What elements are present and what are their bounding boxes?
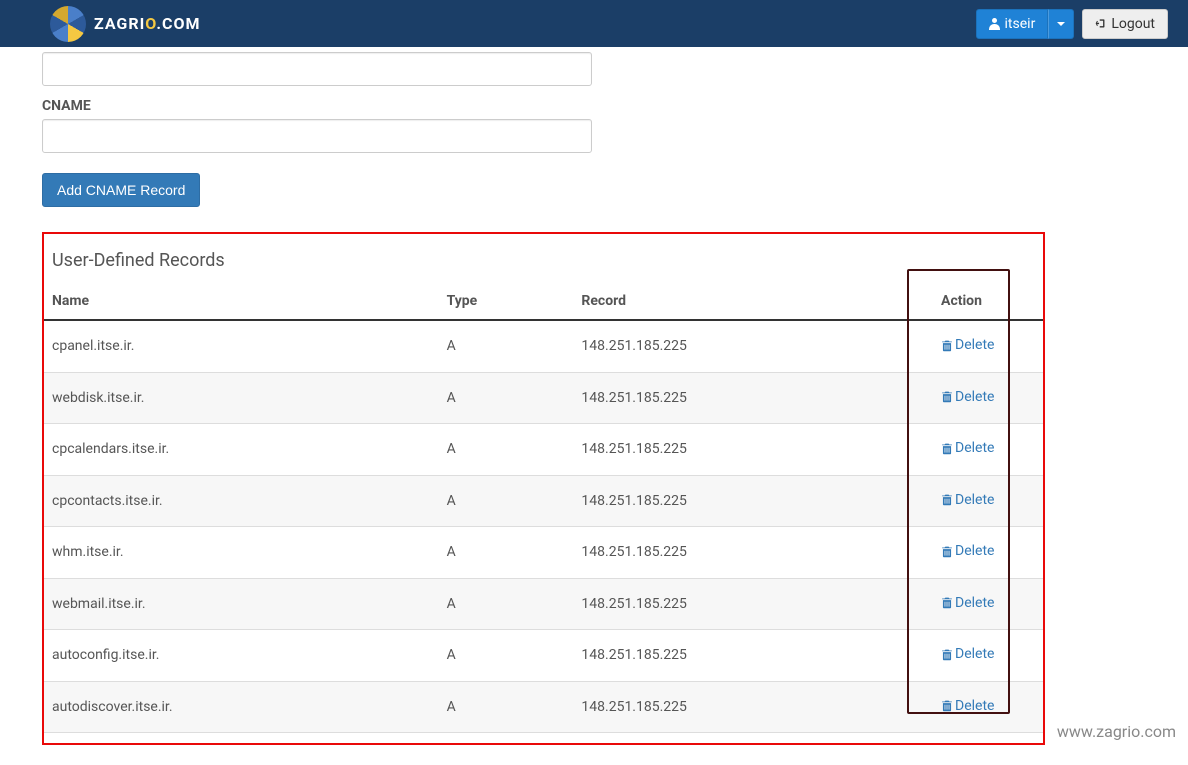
user-label: itseir [1005, 16, 1036, 32]
header-type: Type [439, 283, 574, 320]
trash-icon [941, 390, 953, 403]
trash-icon [941, 545, 953, 558]
table-row: cpanel.itse.ir.A148.251.185.225 Delete [44, 320, 1043, 372]
cell-type: A [439, 527, 574, 579]
brand-suffix: .COM [156, 14, 200, 33]
header-name: Name [44, 283, 439, 320]
cell-type: A [439, 578, 574, 630]
delete-label: Delete [955, 337, 994, 353]
user-icon [989, 18, 1001, 30]
table-row: cpcalendars.itse.ir.A148.251.185.225 Dele… [44, 424, 1043, 476]
table-row: webmail.itse.ir.A148.251.185.225 Delete [44, 578, 1043, 630]
table-row: webdisk.itse.ir.A148.251.185.225 Delete [44, 372, 1043, 424]
delete-label: Delete [955, 595, 994, 611]
cell-record: 148.251.185.225 [573, 320, 913, 372]
brand-prefix: ZAGRI [94, 14, 145, 33]
brand-logo[interactable]: ZAGRIO.COM [50, 6, 201, 42]
cell-record: 148.251.185.225 [573, 372, 913, 424]
cell-record: 148.251.185.225 [573, 475, 913, 527]
cell-name: whm.itse.ir. [44, 527, 439, 579]
cell-name: webmail.itse.ir. [44, 578, 439, 630]
brand-o: O [145, 14, 156, 33]
cell-type: A [439, 372, 574, 424]
cell-name: autoconfig.itse.ir. [44, 630, 439, 682]
delete-button[interactable]: Delete [941, 543, 994, 559]
cell-record: 148.251.185.225 [573, 424, 913, 476]
table-row: autoconfig.itse.ir.A148.251.185.225 Delet… [44, 630, 1043, 682]
delete-button[interactable]: Delete [941, 389, 994, 405]
add-cname-button[interactable]: Add CNAME Record [42, 173, 200, 207]
delete-label: Delete [955, 543, 994, 559]
nav-right: itseir Logout [976, 9, 1168, 39]
cell-name: cpanel.itse.ir. [44, 320, 439, 372]
delete-button[interactable]: Delete [941, 337, 994, 353]
cell-type: A [439, 630, 574, 682]
trash-icon [941, 699, 953, 712]
records-section: User-Defined Records Name Type Record Ac… [42, 232, 1045, 745]
table-row: whm.itse.ir.A148.251.185.225 Delete [44, 527, 1043, 579]
cell-type: A [439, 475, 574, 527]
trash-icon [941, 493, 953, 506]
delete-label: Delete [955, 440, 994, 456]
logout-icon [1095, 18, 1107, 30]
trash-icon [941, 442, 953, 455]
delete-label: Delete [955, 646, 994, 662]
cell-type: A [439, 424, 574, 476]
logout-button[interactable]: Logout [1082, 9, 1168, 39]
delete-button[interactable]: Delete [941, 595, 994, 611]
top-navbar: ZAGRIO.COM itseir Logout [0, 0, 1188, 47]
cell-record: 148.251.185.225 [573, 578, 913, 630]
header-action: Action [913, 283, 1043, 320]
table-row: autodiscover.itse.ir.A148.251.185.225 Del… [44, 681, 1043, 733]
cell-name: autodiscover.itse.ir. [44, 681, 439, 733]
trash-icon [941, 339, 953, 352]
cell-type: A [439, 320, 574, 372]
delete-label: Delete [955, 492, 994, 508]
cell-type: A [439, 681, 574, 733]
header-record: Record [573, 283, 913, 320]
cell-record: 148.251.185.225 [573, 681, 913, 733]
cell-name: cpcontacts.itse.ir. [44, 475, 439, 527]
cell-record: 148.251.185.225 [573, 630, 913, 682]
records-table: Name Type Record Action cpanel.itse.ir.A… [44, 283, 1043, 733]
cell-name: cpcalendars.itse.ir. [44, 424, 439, 476]
table-row: cpcontacts.itse.ir.A148.251.185.225 Delet… [44, 475, 1043, 527]
delete-button[interactable]: Delete [941, 698, 994, 714]
delete-label: Delete [955, 698, 994, 714]
delete-button[interactable]: Delete [941, 646, 994, 662]
delete-button[interactable]: Delete [941, 492, 994, 508]
user-menu-caret[interactable] [1048, 9, 1074, 39]
user-menu[interactable]: itseir [976, 9, 1075, 39]
cell-record: 148.251.185.225 [573, 527, 913, 579]
delete-label: Delete [955, 389, 994, 405]
section-title: User-Defined Records [52, 250, 1043, 271]
trash-icon [941, 648, 953, 661]
caret-down-icon [1057, 22, 1065, 26]
brand-text: ZAGRIO.COM [94, 14, 201, 33]
cell-name: webdisk.itse.ir. [44, 372, 439, 424]
trash-icon [941, 596, 953, 609]
host-input[interactable] [42, 52, 592, 86]
cname-input[interactable] [42, 119, 592, 153]
logout-label: Logout [1111, 16, 1155, 32]
delete-button[interactable]: Delete [941, 440, 994, 456]
cname-label: CNAME [42, 98, 1146, 114]
watermark: www.zagrio.com [1057, 722, 1176, 741]
logo-icon [50, 6, 86, 42]
